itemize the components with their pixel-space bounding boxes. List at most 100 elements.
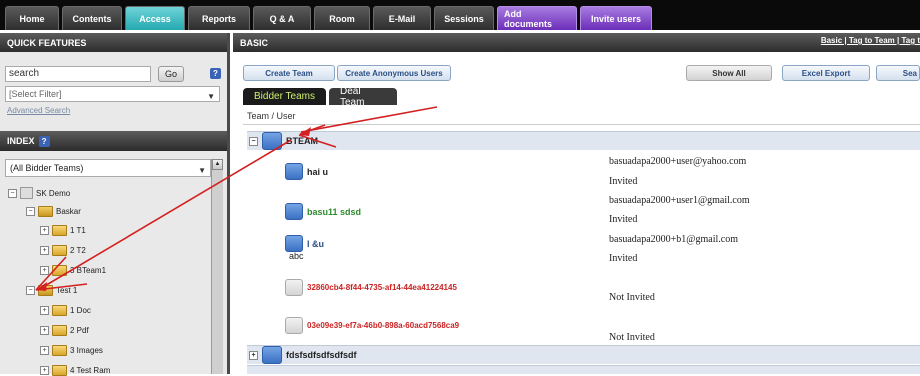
main-panel: BASIC Basic | Tag to Team | Tag t Create… [233, 33, 920, 374]
collapse-icon[interactable]: − [26, 207, 35, 216]
expand-icon[interactable]: + [40, 266, 49, 275]
tab-room[interactable]: Room [314, 6, 370, 30]
advanced-search-link[interactable]: Advanced Search [7, 106, 70, 115]
tree-item-test1[interactable]: − Test 1 [26, 285, 77, 296]
user-name: 03e09e39-ef7a-46b0-898a-60acd7568ca9 [307, 321, 460, 330]
folder-icon [38, 285, 53, 296]
tree-label: Baskar [56, 207, 81, 216]
tab-qa[interactable]: Q & A [253, 6, 311, 30]
help-icon[interactable]: ? [210, 68, 221, 79]
collapse-icon[interactable]: − [26, 286, 35, 295]
user-icon [285, 235, 303, 252]
expand-icon[interactable]: + [40, 246, 49, 255]
tree-item-baskar[interactable]: − Baskar [26, 206, 81, 217]
team-icon [262, 132, 282, 150]
user-email: basuadapa2000+user1@gmail.com [609, 195, 750, 206]
expand-icon[interactable]: + [40, 306, 49, 315]
team-select[interactable]: (All Bidder Teams) ▼ [5, 159, 211, 177]
tree-item-pdf[interactable]: + 2 Pdf [40, 325, 89, 336]
team-select-value: (All Bidder Teams) [10, 163, 84, 173]
team-row[interactable]: − BTEAM [247, 131, 920, 150]
tab-access[interactable]: Access [125, 6, 185, 30]
user-row[interactable]: basu11 sdsd [285, 203, 361, 220]
tab-sessions[interactable]: Sessions [434, 6, 494, 30]
tree-label: SK Demo [36, 188, 71, 198]
excel-export-button[interactable]: Excel Export [782, 65, 870, 81]
folder-icon [52, 305, 67, 316]
chevron-down-icon: ▼ [207, 92, 215, 101]
folder-icon [52, 345, 67, 356]
tab-home[interactable]: Home [5, 6, 59, 30]
folder-icon [38, 206, 53, 217]
folder-icon [52, 225, 67, 236]
folder-icon [52, 245, 67, 256]
add-documents-button[interactable]: Add documents [497, 6, 577, 30]
expand-icon[interactable]: + [249, 350, 258, 360]
left-panel: QUICK FEATURES search Go ? [Select Filte… [0, 33, 230, 376]
tree-root[interactable]: − SK Demo [8, 187, 70, 199]
filter-select[interactable]: [Select Filter] ▼ [5, 86, 220, 102]
user-icon [285, 163, 303, 180]
user-email: basuadapa2000+b1@gmail.com [609, 234, 738, 245]
tab-deal-team[interactable]: Deal Team [329, 86, 397, 108]
index-help-icon[interactable]: ? [38, 135, 50, 147]
expand-icon[interactable]: + [40, 346, 49, 355]
user-name: 32860cb4-8f44-4735-af14-44ea41224145 [307, 283, 457, 292]
quick-features-header: QUICK FEATURES [0, 33, 227, 52]
user-icon [285, 317, 303, 334]
tab-reports[interactable]: Reports [188, 6, 250, 30]
expand-icon[interactable]: + [40, 326, 49, 335]
team-row[interactable]: + fdsfsdfsdfsdfsdf [247, 345, 920, 364]
folder-icon [52, 325, 67, 336]
user-subtitle: abc [289, 251, 304, 261]
chevron-down-icon: ▼ [198, 166, 206, 175]
basic-header: BASIC Basic | Tag to Team | Tag t [233, 33, 920, 52]
create-team-button[interactable]: Create Team [243, 65, 335, 81]
header-links[interactable]: Basic | Tag to Team | Tag t [821, 36, 920, 45]
tree-item-t1[interactable]: + 1 T1 [40, 225, 86, 236]
index-title: INDEX [7, 136, 35, 146]
user-row[interactable]: 32860cb4-8f44-4735-af14-44ea41224145 [285, 279, 457, 296]
search-button[interactable]: Sea [876, 65, 920, 81]
user-status: Not Invited [609, 332, 655, 343]
team-name: BTEAM [286, 136, 318, 146]
tree-scrollbar[interactable]: ▲ [211, 159, 223, 374]
user-icon [285, 279, 303, 296]
tree-item-test-ram[interactable]: + 4 Test Ram [40, 365, 110, 376]
tree-label: 2 Pdf [70, 326, 89, 335]
user-email: basuadapa2000+user@yahoo.com [609, 156, 747, 167]
invite-users-button[interactable]: Invite users [580, 6, 652, 30]
user-row[interactable]: 03e09e39-ef7a-46b0-898a-60acd7568ca9 [285, 317, 459, 334]
user-icon [285, 203, 303, 220]
team-row[interactable] [247, 365, 920, 374]
column-header: Team / User [243, 111, 920, 125]
show-all-button[interactable]: Show All [686, 65, 772, 81]
tree-item-images[interactable]: + 3 Images [40, 345, 103, 356]
tree-label: 2 T2 [70, 246, 86, 255]
tree-label: Test 1 [56, 286, 78, 295]
user-row[interactable]: l &u [285, 235, 324, 252]
go-button[interactable]: Go [158, 66, 184, 82]
tab-email[interactable]: E-Mail [373, 6, 431, 30]
create-anonymous-users-button[interactable]: Create Anonymous Users [337, 65, 451, 81]
tree-item-t2[interactable]: + 2 T2 [40, 245, 86, 256]
user-name: basu11 sdsd [307, 206, 362, 217]
filter-value: [Select Filter] [9, 89, 62, 99]
folder-icon [52, 265, 67, 276]
user-row[interactable]: hai u [285, 163, 328, 180]
tree-item-doc[interactable]: + 1 Doc [40, 305, 91, 316]
collapse-icon[interactable]: − [249, 136, 258, 146]
tab-bidder-teams[interactable]: Bidder Teams [243, 88, 326, 105]
scroll-up-icon[interactable]: ▲ [212, 159, 223, 170]
user-status: Invited [609, 214, 638, 225]
collapse-icon[interactable]: − [8, 188, 17, 198]
search-input[interactable]: search [5, 66, 151, 82]
tree-label: 3 Images [70, 346, 103, 355]
user-name: l &u [307, 238, 324, 249]
index-header: INDEX ? [0, 131, 227, 151]
tree-item-bteam1[interactable]: + 3 BTeam1 [40, 265, 106, 276]
tab-contents[interactable]: Contents [62, 6, 122, 30]
team-icon [262, 346, 282, 364]
expand-icon[interactable]: + [40, 226, 49, 235]
user-name: hai u [307, 166, 329, 177]
